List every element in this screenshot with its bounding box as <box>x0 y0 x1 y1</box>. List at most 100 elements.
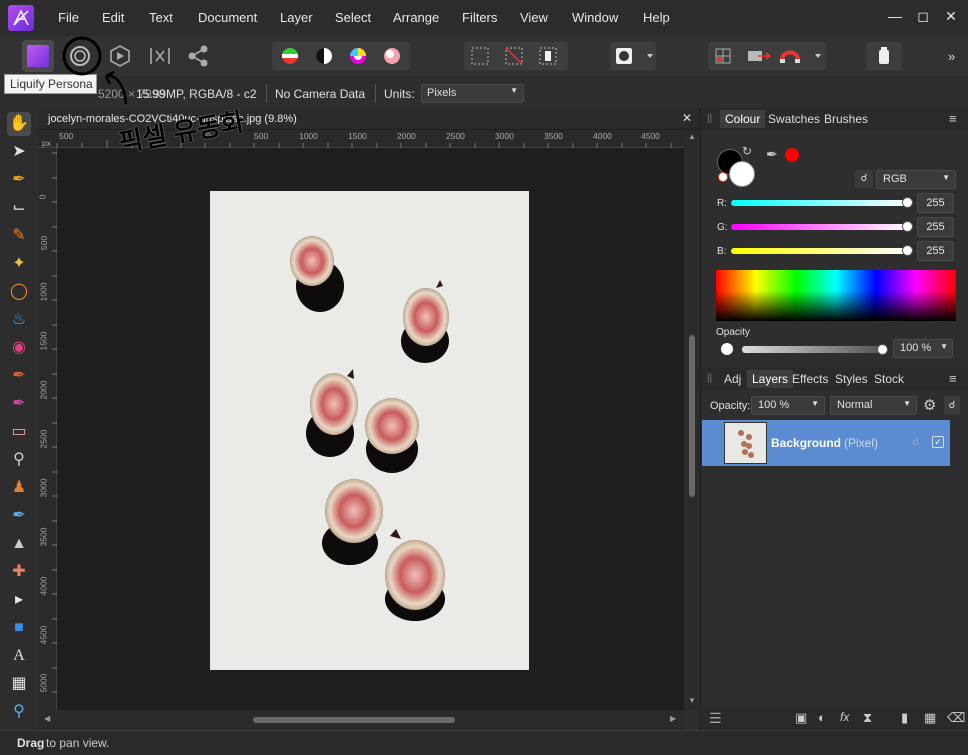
scroll-down-icon[interactable]: ▼ <box>688 696 696 705</box>
b-slider-knob[interactable] <box>902 245 913 256</box>
fx-icon[interactable]: fx <box>840 710 849 724</box>
menu-arrange[interactable]: Arrange <box>393 10 439 25</box>
freehand-selection-tool-icon[interactable]: ◯ <box>7 280 31 304</box>
tab-stock[interactable]: Stock <box>874 372 904 386</box>
move-tool-icon[interactable]: ➤ <box>7 140 31 164</box>
menu-layer[interactable]: Layer <box>280 10 313 25</box>
crop-tool-icon[interactable]: ⌙ <box>7 196 31 220</box>
gear-icon[interactable]: ⚙ <box>923 396 936 414</box>
node-tool-icon[interactable]: ▸ <box>7 588 31 612</box>
horizontal-scrollbar[interactable]: ◀ ▶ <box>38 710 684 730</box>
layers-stack-icon[interactable]: ☰ <box>709 710 722 727</box>
blend-mode-dropdown[interactable]: Normal ▼ <box>830 396 917 415</box>
menu-edit[interactable]: Edit <box>102 10 124 25</box>
menu-window[interactable]: Window <box>572 10 618 25</box>
opacity-dropdown[interactable]: 100 % ▼ <box>893 339 953 358</box>
healing-brush-tool-icon[interactable]: ✚ <box>7 560 31 584</box>
b-value[interactable]: 255 <box>917 241 954 261</box>
scroll-up-icon[interactable]: ▲ <box>688 132 696 141</box>
minimize-icon[interactable]: — <box>885 6 905 26</box>
quick-mask-group[interactable] <box>610 42 656 70</box>
menu-text[interactable]: Text <box>149 10 173 25</box>
units-dropdown[interactable]: Pixels ▼ <box>421 84 524 103</box>
stroke-colour-swatch[interactable] <box>729 161 755 187</box>
menu-document[interactable]: Document <box>198 10 257 25</box>
b-slider[interactable] <box>731 248 909 254</box>
flood-fill-tool-icon[interactable]: ♨ <box>7 308 31 332</box>
assistant-button[interactable] <box>866 42 902 70</box>
mesh-warp-tool-icon[interactable]: ▦ <box>7 672 31 696</box>
tone-mapping-persona-button[interactable] <box>144 40 176 72</box>
menu-select[interactable]: Select <box>335 10 371 25</box>
selection-brush-tool-icon[interactable]: ✎ <box>7 224 31 248</box>
tab-swatches[interactable]: Swatches <box>768 112 820 126</box>
live-filter-icon[interactable]: ⧗ <box>863 710 872 726</box>
panel-grip-icon[interactable]: || <box>707 373 712 384</box>
g-slider[interactable] <box>731 224 909 230</box>
smudge-brush-tool-icon[interactable]: ✒ <box>7 504 31 528</box>
mask-layer-icon[interactable]: ▣ <box>795 710 807 726</box>
vertical-scroll-thumb[interactable] <box>689 335 695 497</box>
rectangle-tool-icon[interactable]: ■ <box>7 616 31 640</box>
tab-colour[interactable]: Colour <box>720 110 766 128</box>
tab-effects[interactable]: Effects <box>792 372 828 386</box>
no-colour-icon[interactable] <box>718 172 728 182</box>
scroll-left-icon[interactable]: ◀ <box>44 714 50 723</box>
g-slider-knob[interactable] <box>902 221 913 232</box>
scroll-right-icon[interactable]: ▶ <box>670 714 676 723</box>
color-picker-tool-icon[interactable]: ✒ <box>7 168 31 192</box>
r-value[interactable]: 255 <box>917 193 954 213</box>
dodge-brush-tool-icon[interactable]: ⚲ <box>7 448 31 472</box>
add-pixel-layer-icon[interactable]: ▦ <box>924 710 936 726</box>
color-replacement-tool-icon[interactable]: ✒ <box>7 392 31 416</box>
group-folder-icon[interactable]: ▮ <box>901 710 908 726</box>
erase-brush-tool-icon[interactable]: ▭ <box>7 420 31 444</box>
sharpen-brush-tool-icon[interactable]: ▲ <box>7 532 31 556</box>
trash-icon[interactable]: ⌫ <box>947 710 965 726</box>
panel-menu-icon[interactable]: ≡ <box>949 371 957 386</box>
layer-lock-icon[interactable]: ☌ <box>912 435 919 448</box>
gradient-tool-icon[interactable]: ◉ <box>7 336 31 360</box>
r-slider-knob[interactable] <box>902 197 913 208</box>
g-value[interactable]: 255 <box>917 217 954 237</box>
tab-adj[interactable]: Adj <box>724 372 741 386</box>
swap-colours-icon[interactable]: ↻ <box>742 144 752 158</box>
opacity-slider-knob[interactable] <box>877 344 888 355</box>
menu-view[interactable]: View <box>520 10 548 25</box>
maximize-icon[interactable]: ◻ <box>913 6 933 26</box>
tab-brushes[interactable]: Brushes <box>824 112 868 126</box>
vertical-scrollbar[interactable]: ▲ ▼ <box>684 130 700 710</box>
close-document-icon[interactable]: ✕ <box>682 111 692 125</box>
layer-row[interactable]: Background (Pixel) ☌ ✓ <box>702 420 950 466</box>
flood-select-tool-icon[interactable]: ✦ <box>7 252 31 276</box>
layer-visibility-checkbox[interactable]: ✓ <box>932 436 944 448</box>
menu-file[interactable]: File <box>58 10 79 25</box>
menu-filters[interactable]: Filters <box>462 10 497 25</box>
adjustment-layer-icon[interactable]: ◐ <box>818 710 826 725</box>
close-window-icon[interactable]: ✕ <box>941 6 961 26</box>
text-tool-icon[interactable]: A <box>7 644 31 668</box>
paint-brush-tool-icon[interactable]: ✒ <box>7 364 31 388</box>
opacity-slider[interactable] <box>742 346 882 353</box>
clone-brush-tool-icon[interactable]: ♟ <box>7 476 31 500</box>
export-persona-button[interactable] <box>182 40 214 72</box>
lock-icon[interactable]: ☌ <box>944 396 960 415</box>
tab-styles[interactable]: Styles <box>835 372 868 386</box>
menu-help[interactable]: Help <box>643 10 670 25</box>
panel-grip-icon[interactable]: || <box>707 113 712 124</box>
tab-layers[interactable]: Layers <box>747 370 794 388</box>
photo-persona-button[interactable] <box>22 40 54 72</box>
zoom-tool-icon[interactable]: ⚲ <box>7 700 31 724</box>
toolbar-overflow-icon[interactable]: » <box>948 49 955 64</box>
eyedropper-icon[interactable]: ✒ <box>766 146 778 163</box>
panel-menu-icon[interactable]: ≡ <box>949 111 957 126</box>
lock-icon[interactable]: ☌ <box>855 170 873 188</box>
view-tool-icon[interactable]: ✋ <box>7 112 31 136</box>
r-slider[interactable] <box>731 200 909 206</box>
horizontal-scroll-thumb[interactable] <box>253 717 455 723</box>
document-image[interactable] <box>210 191 529 670</box>
colour-model-dropdown[interactable]: RGB ▼ <box>876 170 956 189</box>
colour-spectrum[interactable] <box>716 270 956 321</box>
layer-opacity-dropdown[interactable]: 100 % ▼ <box>751 396 825 415</box>
picked-colour-swatch[interactable] <box>785 148 799 162</box>
